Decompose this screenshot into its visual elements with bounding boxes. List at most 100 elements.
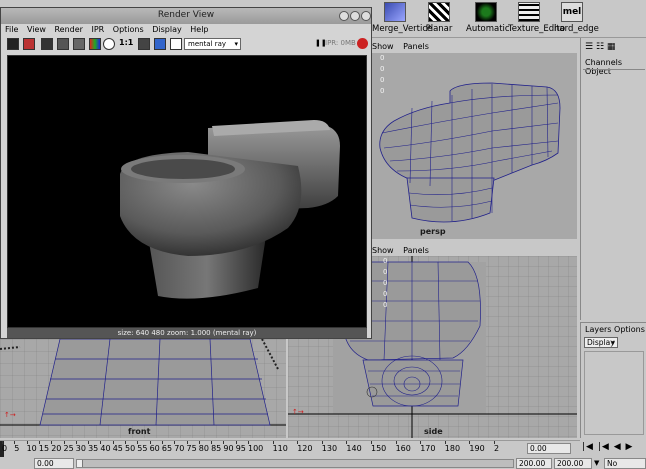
timeline-tick-label: 95 [235,444,246,453]
time-slider[interactable]: 0 5 10 15 20 25 30 35 40 45 50 55 60 65 70 75 80 85 90 95 10… [0,440,580,457]
list-icon[interactable]: ☰ [585,42,593,52]
chevron-down-icon: ▾ [611,338,615,347]
tab-options[interactable]: Options [614,325,645,334]
render-frame-icon[interactable] [7,38,19,50]
timeline-tick-label: 25 [63,444,74,453]
menu-display[interactable]: Display [152,25,182,34]
stop-render-icon[interactable] [357,38,368,49]
timeline-tick-label: 90 [223,444,234,453]
timeline-tick-label: 20 [51,444,62,453]
rendered-image[interactable] [7,55,367,328]
play-forward-icon[interactable]: ▶ [625,442,633,452]
timeline-tick-label: 190 [469,444,485,453]
timeline-tick [186,441,188,444]
timeline-tick-label: 100 [248,444,264,453]
axis-icon: ↑→ [4,411,16,419]
timeline-tick [14,441,16,444]
shelf-button-automatic[interactable]: Automatic [466,2,510,34]
menu-help[interactable]: Help [190,25,208,34]
menu-show[interactable]: Show [372,42,394,51]
planar-map-icon [428,2,450,22]
real-size-button[interactable]: 1:1 [119,38,133,47]
mel-script-icon: mel [561,2,583,22]
timeline-tick [321,441,323,444]
minimize-button[interactable] [339,11,349,21]
timeline-tick [248,441,249,444]
range-handle-left[interactable] [77,460,83,467]
layer-list[interactable] [584,351,644,435]
timeline-tick [211,441,213,444]
texture-editor-icon [518,2,540,22]
timeline-tick [272,441,274,444]
menu-view[interactable]: View [27,25,46,34]
playback-end-field[interactable]: 200.00 [554,458,592,469]
redo-render-icon[interactable] [23,38,35,50]
toilet-render [120,120,340,299]
timeline-tick-label: 35 [88,444,99,453]
step-back-icon[interactable]: |◀ [598,442,610,452]
range-end-field[interactable]: 200.00 [516,458,552,469]
menu-options[interactable]: Options [113,25,144,34]
remove-image-icon[interactable] [154,38,166,50]
go-to-start-icon[interactable]: |◀ [582,442,594,452]
tab-layers[interactable]: Layers [585,325,611,334]
timeline-tick-label: 140 [346,444,362,453]
toilet-wireframe-persp [379,82,561,223]
current-frame-field[interactable]: 0.00 [527,443,571,454]
shelf-button-merge-vertices[interactable]: Merge_Vertice [372,2,432,34]
timeline-tick-label: 130 [321,444,338,453]
ipr-render-icon[interactable] [41,38,53,50]
shelf-button-texture-editor[interactable]: Texture_Edito [508,2,565,34]
timeline-tick-label: 180 [444,444,461,453]
timeline-tick [346,441,348,444]
chevron-down-icon[interactable]: ▼ [594,459,599,467]
shelf-button-planar[interactable]: Planar [422,2,456,34]
range-start-field[interactable]: 0.00 [34,458,74,469]
timeline-tick-label: 60 [149,444,160,453]
render-settings-icon[interactable] [170,38,182,50]
render-view-titlebar[interactable]: Render View [1,8,371,24]
timeline-tick [494,441,495,444]
keep-image-icon[interactable] [138,38,150,50]
refresh-ipr-icon[interactable] [57,38,69,50]
play-back-icon[interactable]: ◀ [614,442,622,452]
timeline-tick [26,441,28,444]
shelf: Merge_Vertice Planar Automatic Texture_E… [372,0,646,38]
layer-mode-dropdown[interactable]: Display ▾ [584,337,618,348]
rgb-channel-icon[interactable] [89,38,101,50]
window-title: Render View [157,10,215,20]
alpha-channel-icon[interactable] [103,38,115,50]
divider [583,69,645,70]
menu-panels[interactable]: Panels [403,246,429,255]
layer-editor-panel: Layers Options Display ▾ [580,322,646,438]
grid-icon[interactable]: ▦ [607,42,616,52]
front-viewport[interactable]: front ↑→ [0,339,286,438]
timeline-tick [38,441,40,444]
renderer-dropdown[interactable]: mental ray ▾ [184,38,241,50]
shelf-button-hard-edge[interactable]: mel hard_edge [554,2,599,34]
close-button[interactable] [361,11,371,21]
maximize-button[interactable] [350,11,360,21]
timeline-tick-label: 40 [100,444,111,453]
menu-render[interactable]: Render [54,25,82,34]
tab-channels[interactable]: Channels [585,58,622,67]
persp-viewport[interactable]: 0000 persp [372,53,577,239]
snapshot-icon[interactable] [73,38,85,50]
ipr-memory-label: IPR: 0MB [325,39,356,47]
menu-ipr[interactable]: IPR [92,25,105,34]
menu-panels[interactable]: Panels [403,42,429,51]
list-icon[interactable]: ☷ [596,42,604,52]
timeline-tick-label: 170 [420,444,436,453]
menu-file[interactable]: File [5,25,18,34]
timeline-tick-label: 15 [38,444,50,453]
timeline-tick [75,441,77,444]
range-slider[interactable] [76,459,514,468]
character-set-field[interactable]: No Character S [604,458,646,469]
timeline-tick [112,441,114,444]
menu-show[interactable]: Show [372,246,394,255]
channel-box-panel: ☰ ☷ ▦ Channels Object [580,38,646,320]
timeline-tick-label: 5 [14,444,20,453]
timeline-tick [149,441,151,444]
timeline-tick [2,441,3,444]
render-view-toolbar: 1:1 mental ray ▾ ❚❚ IPR: 0MB [3,37,369,52]
